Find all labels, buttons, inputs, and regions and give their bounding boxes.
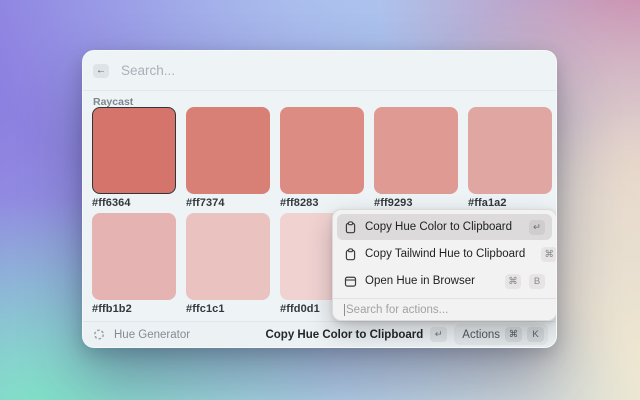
actions-menu: Copy Hue Color to Clipboard ↵ Copy Tailwin… — [332, 209, 557, 321]
menu-item[interactable]: Copy Hue Color to Clipboard ↵ — [337, 214, 552, 240]
color-swatch[interactable] — [186, 107, 270, 194]
swatch-hex-label: #ff9293 — [374, 197, 458, 209]
actions-button-label: Actions — [462, 329, 500, 341]
color-swatch[interactable] — [186, 213, 270, 300]
command-key-icon: ⌘ — [505, 327, 522, 342]
swatch-cell: #ff8283 — [280, 107, 364, 209]
color-swatch[interactable] — [92, 213, 176, 300]
search-input[interactable]: Search... — [121, 63, 175, 78]
primary-action-label: Copy Hue Color to Clipboard — [265, 329, 423, 341]
color-swatch[interactable] — [92, 107, 176, 194]
menu-item-label: Copy Hue Color to Clipboard — [365, 221, 512, 233]
key-badge: ⌘ — [505, 274, 521, 289]
actions-menu-items: Copy Hue Color to Clipboard ↵ Copy Tailwin… — [333, 210, 556, 298]
swatch-cell: #ff6364 — [92, 107, 176, 209]
actions-search-placeholder: Search for actions... — [346, 304, 448, 316]
browser-icon — [344, 275, 357, 288]
menu-item-label: Copy Tailwind Hue to Clipboard — [365, 248, 525, 260]
key-badge: ↵ — [529, 220, 545, 235]
swatch-hex-label: #ff8283 — [280, 197, 364, 209]
hue-ring-icon — [93, 329, 105, 341]
clipboard-icon — [344, 221, 357, 234]
swatch-hex-label: #ff7374 — [186, 197, 270, 209]
primary-action-button[interactable]: Copy Hue Color to Clipboard ↵ — [265, 327, 447, 342]
swatch-cell: #ff7374 — [186, 107, 270, 209]
menu-item-label: Open Hue in Browser — [365, 275, 475, 287]
actions-button[interactable]: Actions ⌘ K — [454, 324, 548, 345]
menu-item[interactable]: Copy Tailwind Hue to Clipboard⌘↵ — [337, 241, 552, 267]
status-bar: Hue Generator Copy Hue Color to Clipboar… — [83, 321, 556, 347]
swatch-cell: #ffb1b2 — [92, 213, 176, 315]
swatch-cell: #ff9293 — [374, 107, 458, 209]
swatch-hex-label: #ffb1b2 — [92, 303, 176, 315]
actions-search-input[interactable]: Search for actions... — [333, 299, 556, 320]
key-badge: B — [529, 274, 545, 289]
swatch-hex-label: #ffa1a2 — [468, 197, 552, 209]
search-header: ← Search... — [83, 51, 556, 91]
color-swatch[interactable] — [374, 107, 458, 194]
arrow-left-icon: ← — [96, 64, 106, 78]
color-swatch[interactable] — [468, 107, 552, 194]
menu-item[interactable]: Open Hue in Browser ⌘ B — [337, 268, 552, 294]
swatch-cell: #ffc1c1 — [186, 213, 270, 315]
swatch-hex-label: #ffc1c1 — [186, 303, 270, 315]
back-button[interactable]: ← — [93, 64, 109, 78]
text-caret — [344, 304, 345, 316]
desktop-background: ← Search... Raycast #ff6364#ff7374#ff828… — [0, 0, 640, 400]
extension-info: Hue Generator — [93, 329, 190, 341]
key-badge: ⌘ — [541, 247, 557, 262]
swatch-cell: #ffa1a2 — [468, 107, 552, 209]
extension-name: Hue Generator — [114, 329, 190, 341]
k-key-icon: K — [527, 327, 544, 342]
raycast-window: ← Search... Raycast #ff6364#ff7374#ff828… — [82, 50, 557, 348]
status-bar-right: Copy Hue Color to Clipboard ↵ Actions ⌘ … — [265, 324, 548, 345]
swatch-hex-label: #ff6364 — [92, 197, 176, 209]
return-key-icon: ↵ — [430, 327, 447, 342]
color-swatch[interactable] — [280, 107, 364, 194]
clipboard-icon — [344, 248, 357, 261]
